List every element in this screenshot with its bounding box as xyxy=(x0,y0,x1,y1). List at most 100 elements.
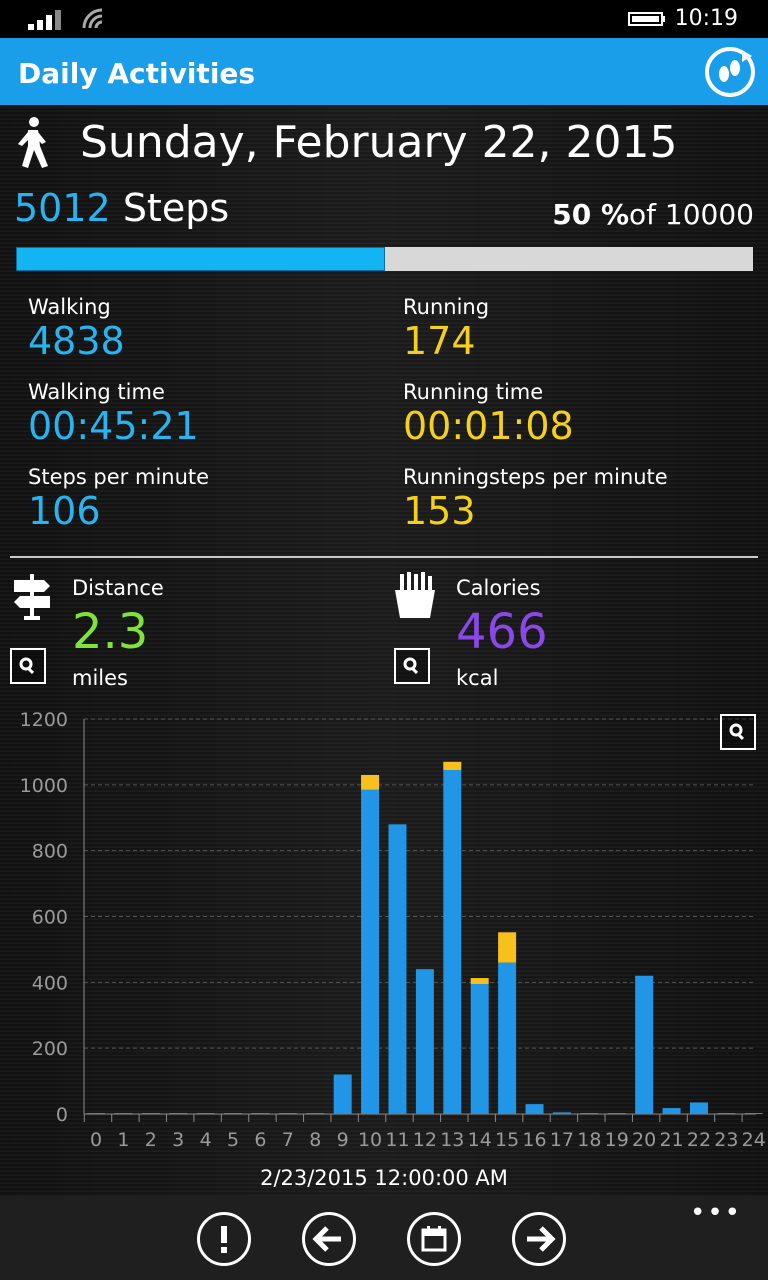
status-bar: 10:19 xyxy=(0,0,768,38)
x-tick-label: 8 xyxy=(309,1129,321,1151)
bar-running-13 xyxy=(443,761,462,771)
chart-date-label: 2/23/2015 12:00:00 AM xyxy=(260,1166,508,1190)
hourly-steps-chart: 0200400600800100012000 1 2 3 4 5 6 7 8 9 10 11 12 13 1… xyxy=(20,709,766,1151)
magnifier-icon xyxy=(403,657,419,675)
battery-icon xyxy=(628,12,665,26)
x-tick-label: 23 xyxy=(714,1129,738,1151)
section-divider xyxy=(10,556,758,558)
x-tick-label: 7 xyxy=(282,1129,294,1151)
y-tick-label: 200 xyxy=(32,1038,68,1060)
x-tick-label: 4 xyxy=(200,1129,212,1151)
x-tick-label: 19 xyxy=(605,1129,629,1151)
steps-summary: 5012 Steps xyxy=(14,186,230,230)
fries-icon xyxy=(395,572,435,618)
running-stat: Running 174 xyxy=(403,295,490,363)
walking-time-stat: Walking time 00:45:21 xyxy=(28,380,199,448)
wifi-icon xyxy=(82,8,103,29)
bar-walking-6 xyxy=(251,1113,270,1114)
bar-walking-10 xyxy=(361,789,380,1114)
arrow-left-icon xyxy=(312,1226,341,1252)
x-tick-label: 14 xyxy=(468,1129,492,1151)
calendar-button[interactable] xyxy=(407,1212,461,1266)
y-tick-label: 600 xyxy=(32,907,68,929)
bar-walking-8 xyxy=(306,1113,325,1114)
walking-person-icon xyxy=(18,117,48,168)
previous-day-button[interactable] xyxy=(302,1212,356,1266)
bar-walking-0 xyxy=(87,1113,105,1114)
bar-walking-9 xyxy=(333,1074,352,1114)
x-tick-label: 11 xyxy=(385,1129,409,1151)
bar-walking-7 xyxy=(278,1113,297,1114)
magnifier-icon xyxy=(19,657,35,675)
x-tick-label: 20 xyxy=(632,1129,656,1151)
calories-label: Calories xyxy=(456,576,541,600)
x-tick-label: 6 xyxy=(254,1129,266,1151)
calories-value: 466 xyxy=(456,604,548,660)
goal-summary: 50 %of 10000 xyxy=(552,198,754,231)
bar-walking-19 xyxy=(607,1113,626,1114)
x-tick-label: 13 xyxy=(440,1129,464,1151)
bar-walking-20 xyxy=(635,975,654,1114)
running-time-label: Running time xyxy=(403,380,544,404)
app-title: Daily Activities xyxy=(18,57,256,90)
exclamation-icon xyxy=(221,1226,227,1253)
y-tick-label: 800 xyxy=(32,841,68,863)
x-tick-label: 17 xyxy=(550,1129,574,1151)
walking-time-label: Walking time xyxy=(28,380,165,404)
x-tick-label: 16 xyxy=(522,1129,546,1151)
goal-percent: 50 % xyxy=(552,198,630,231)
bar-walking-5 xyxy=(224,1113,243,1114)
calories-zoom-button[interactable] xyxy=(394,648,430,684)
distance-zoom-button[interactable] xyxy=(10,648,46,684)
x-tick-label: 24 xyxy=(742,1129,766,1151)
date-title: Sunday, February 22, 2015 xyxy=(80,117,678,168)
next-day-button[interactable] xyxy=(512,1212,566,1266)
walking-value: 4838 xyxy=(28,319,125,364)
distance-value: 2.3 xyxy=(72,604,149,660)
x-tick-label: 15 xyxy=(495,1129,519,1151)
bar-walking-21 xyxy=(662,1108,681,1114)
more-options-button[interactable]: ••• xyxy=(690,1200,742,1226)
distance-unit: miles xyxy=(72,666,128,690)
bar-walking-18 xyxy=(580,1113,599,1114)
distance-label: Distance xyxy=(72,576,164,600)
magnifier-icon xyxy=(729,723,745,741)
bar-walking-13 xyxy=(443,770,462,1114)
bar-walking-11 xyxy=(388,824,407,1114)
steps-per-minute-value: 106 xyxy=(28,489,101,534)
app-bar: ••• xyxy=(0,1196,768,1280)
y-tick-label: 400 xyxy=(32,972,68,994)
x-tick-label: 1 xyxy=(117,1129,129,1151)
calories-unit: kcal xyxy=(456,666,499,690)
bar-walking-4 xyxy=(196,1113,215,1114)
chart-zoom-button[interactable] xyxy=(720,714,756,750)
bar-walking-14 xyxy=(470,983,489,1114)
y-tick-label: 1000 xyxy=(20,775,68,797)
steps-per-minute-stat: Steps per minute 106 xyxy=(28,465,210,534)
walking-label: Walking xyxy=(28,295,111,319)
x-tick-label: 5 xyxy=(227,1129,239,1151)
bar-walking-23 xyxy=(717,1113,736,1114)
bar-walking-1 xyxy=(114,1113,133,1114)
app-header: Daily Activities xyxy=(0,38,768,105)
x-tick-label: 0 xyxy=(90,1129,102,1151)
running-steps-per-minute-stat: Runningsteps per minute 153 xyxy=(403,465,668,534)
running-time-stat: Running time 00:01:08 xyxy=(403,380,574,448)
bar-walking-2 xyxy=(141,1113,160,1114)
bar-walking-17 xyxy=(552,1112,571,1114)
bar-running-10 xyxy=(361,774,380,790)
sync-footprints-icon[interactable] xyxy=(702,44,758,100)
steps-label: Steps xyxy=(122,186,230,230)
bar-running-15 xyxy=(498,932,517,963)
running-steps-per-minute-label: Runningsteps per minute xyxy=(403,465,668,489)
signal-icon xyxy=(28,10,61,30)
steps-progress-bar xyxy=(16,247,753,271)
steps-per-minute-label: Steps per minute xyxy=(28,465,210,489)
y-tick-label: 0 xyxy=(56,1104,68,1126)
bar-walking-3 xyxy=(169,1113,188,1114)
running-label: Running xyxy=(403,295,490,319)
running-steps-per-minute-value: 153 xyxy=(403,489,476,534)
info-button[interactable] xyxy=(197,1212,251,1266)
arrow-right-icon xyxy=(527,1226,556,1252)
x-tick-label: 12 xyxy=(413,1129,437,1151)
